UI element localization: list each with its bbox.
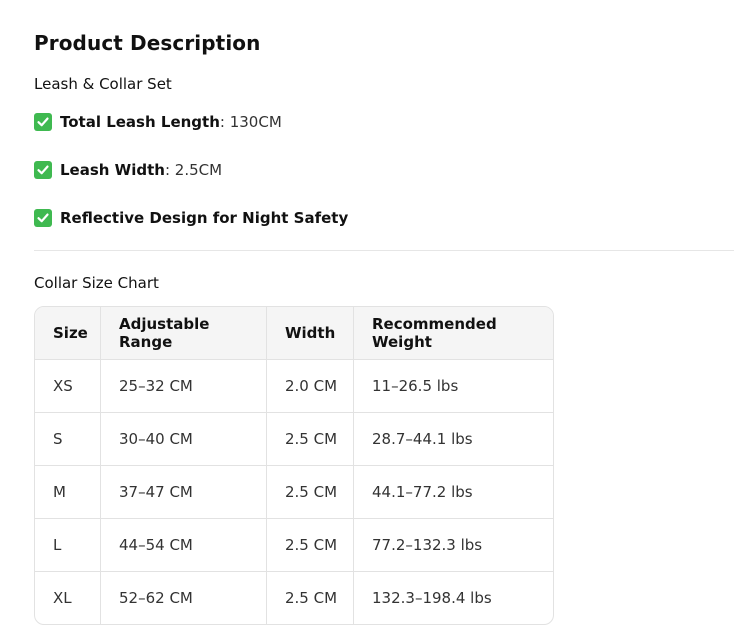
cell-weight: 77.2–132.3 lbs: [353, 518, 553, 572]
feature-item: Reflective Design for Night Safety: [34, 208, 348, 228]
section-divider: [34, 250, 734, 251]
table-row: S 30–40 CM 2.5 CM 28.7–44.1 lbs: [35, 412, 553, 466]
feature-label: Reflective Design for Night Safety: [60, 209, 349, 227]
size-chart-title: Collar Size Chart: [34, 274, 159, 292]
cell-range: 44–54 CM: [100, 518, 267, 572]
column-header-width: Width: [266, 307, 354, 360]
cell-weight: 11–26.5 lbs: [353, 359, 553, 413]
size-chart-table: Size Adjustable Range Width Recommended …: [34, 306, 554, 625]
cell-weight: 44.1–77.2 lbs: [353, 465, 553, 519]
cell-size: S: [35, 412, 101, 466]
table-row: M 37–47 CM 2.5 CM 44.1–77.2 lbs: [35, 465, 553, 519]
cell-size: M: [35, 465, 101, 519]
feature-label: Total Leash Length: [60, 113, 220, 131]
cell-width: 2.5 CM: [266, 518, 354, 572]
table-row: L 44–54 CM 2.5 CM 77.2–132.3 lbs: [35, 518, 553, 572]
cell-size: L: [35, 518, 101, 572]
check-mark-icon: [34, 113, 52, 131]
table-row: XS 25–32 CM 2.0 CM 11–26.5 lbs: [35, 359, 553, 413]
cell-width: 2.0 CM: [266, 359, 354, 413]
check-mark-icon: [34, 161, 52, 179]
cell-range: 37–47 CM: [100, 465, 267, 519]
column-header-weight: Recommended Weight: [353, 307, 553, 360]
feature-value: : 130CM: [219, 113, 282, 131]
cell-range: 30–40 CM: [100, 412, 267, 466]
cell-range: 52–62 CM: [100, 571, 267, 624]
product-subtitle: Leash & Collar Set: [34, 75, 172, 93]
cell-width: 2.5 CM: [266, 571, 354, 624]
feature-item: Leash Width: 2.5CM: [34, 160, 222, 180]
feature-label: Leash Width: [60, 161, 165, 179]
cell-width: 2.5 CM: [266, 465, 354, 519]
feature-value: : 2.5CM: [164, 161, 223, 179]
cell-size: XL: [35, 571, 101, 624]
table-row: XL 52–62 CM 2.5 CM 132.3–198.4 lbs: [35, 571, 553, 624]
cell-size: XS: [35, 359, 101, 413]
cell-weight: 28.7–44.1 lbs: [353, 412, 553, 466]
check-mark-icon: [34, 209, 52, 227]
feature-item: Total Leash Length: 130CM: [34, 112, 282, 132]
cell-range: 25–32 CM: [100, 359, 267, 413]
cell-width: 2.5 CM: [266, 412, 354, 466]
page-title: Product Description: [34, 31, 261, 55]
cell-weight: 132.3–198.4 lbs: [372, 589, 492, 607]
column-header-range: Adjustable Range: [100, 307, 267, 360]
column-header-size: Size: [35, 307, 101, 360]
table-header-row: Size Adjustable Range Width Recommended …: [35, 307, 553, 360]
